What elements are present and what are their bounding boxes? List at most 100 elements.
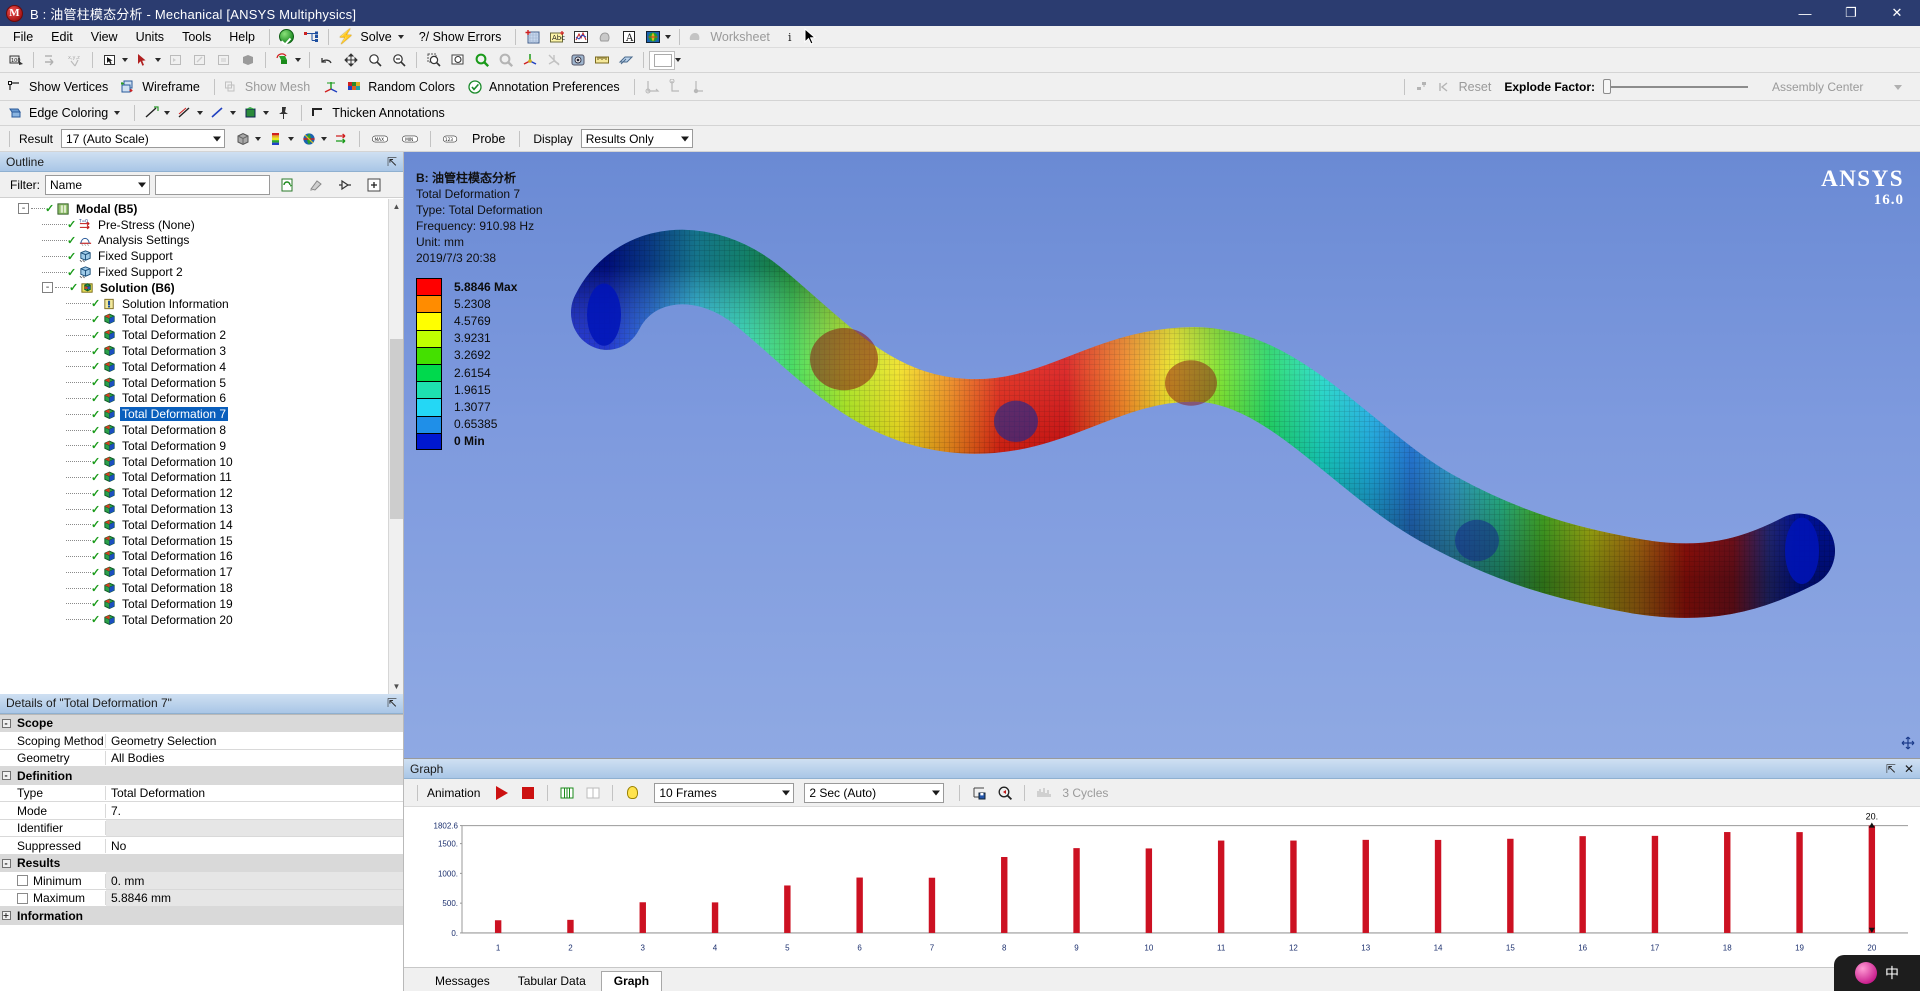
tree-item-total-deformation-13[interactable]: ✓ Total Deformation 13 bbox=[0, 501, 403, 517]
edge-coloring-button[interactable]: Thicken Annotations Edge Coloring bbox=[4, 103, 129, 124]
tree-item-total-deformation-5[interactable]: ✓ Total Deformation 5 bbox=[0, 375, 403, 391]
details-field-value[interactable]: Total Deformation bbox=[106, 784, 403, 802]
selection-box-icon[interactable] bbox=[99, 50, 121, 71]
outline-tree[interactable]: - ✓ Modal (B5) ✓ T=0 Pre-Stress (None) ✓ Analys… bbox=[0, 198, 403, 694]
select-mode-icon[interactable]: 100 bbox=[5, 50, 27, 71]
tree-item-total-deformation-20[interactable]: ✓ Total Deformation 20 bbox=[0, 612, 403, 628]
tree-item-total-deformation-3[interactable]: ✓ Total Deformation 3 bbox=[0, 343, 403, 359]
random-colors-button[interactable]: Random Colors bbox=[343, 76, 464, 97]
category-expander[interactable]: + bbox=[0, 911, 12, 921]
pan-icon[interactable] bbox=[340, 50, 362, 71]
tree-item-total-deformation-16[interactable]: ✓ Total Deformation 16 bbox=[0, 549, 403, 565]
zoom-icon[interactable] bbox=[364, 50, 386, 71]
thicken-annotations-button[interactable]: Thicken Annotations bbox=[307, 103, 454, 124]
tree-item-total-deformation-7[interactable]: ✓ Total Deformation 7 bbox=[0, 406, 403, 422]
chevron-down-icon[interactable] bbox=[288, 136, 295, 141]
probe-value-icon[interactable]: 123 bbox=[437, 128, 465, 149]
tree-item-solution-information[interactable]: ✓ Solution Information bbox=[0, 296, 403, 312]
outline-search-input[interactable] bbox=[155, 174, 270, 195]
details-category-row[interactable]: - Definition bbox=[0, 767, 403, 785]
section-plane-icon[interactable] bbox=[615, 50, 637, 71]
menu-edit[interactable]: Edit bbox=[42, 28, 82, 46]
outline-scrollbar[interactable]: ▲ ▼ bbox=[388, 199, 403, 694]
scroll-thumb[interactable] bbox=[390, 339, 403, 519]
category-expander[interactable]: - bbox=[0, 718, 12, 728]
duration-select[interactable]: 2 Sec (Auto) bbox=[804, 782, 945, 803]
details-checkbox[interactable] bbox=[17, 875, 28, 887]
zoom-to-fit2-icon[interactable] bbox=[447, 50, 469, 71]
info-icon[interactable]: i bbox=[780, 26, 802, 47]
rotate-icon[interactable] bbox=[272, 50, 294, 71]
axis-triad-icon[interactable] bbox=[519, 50, 541, 71]
display-mode-select[interactable]: Results Only bbox=[580, 129, 693, 148]
menu-tools[interactable]: Tools bbox=[173, 28, 220, 46]
chevron-down-icon[interactable] bbox=[932, 790, 941, 795]
tree-item-total-deformation-19[interactable]: ✓ Total Deformation 19 bbox=[0, 596, 403, 612]
scroll-down-arrow[interactable]: ▼ bbox=[389, 678, 403, 694]
edge-style1-icon[interactable] bbox=[141, 103, 163, 124]
category-expander[interactable]: - bbox=[0, 858, 12, 868]
tree-item-total-deformation-6[interactable]: ✓ Total Deformation 6 bbox=[0, 391, 403, 407]
graphics-viewport[interactable]: B: 油管柱模态分析 Total Deformation 7 Type: Tot… bbox=[404, 152, 1920, 758]
chevron-down-icon[interactable] bbox=[321, 136, 328, 141]
chevron-down-icon[interactable] bbox=[197, 111, 204, 115]
tree-item-modal-b5[interactable]: - ✓ Modal (B5) bbox=[0, 201, 403, 217]
zoom-graph-icon[interactable] bbox=[994, 782, 1016, 803]
tab-tabular-data[interactable]: Tabular Data bbox=[505, 971, 599, 991]
menu-file[interactable]: File bbox=[4, 28, 42, 46]
chevron-down-icon[interactable] bbox=[263, 111, 270, 115]
show-errors-button[interactable]: ?/ Show Errors bbox=[413, 26, 511, 47]
chevron-down-icon[interactable] bbox=[397, 34, 404, 39]
chevron-down-icon[interactable] bbox=[155, 58, 161, 62]
new-figure-icon[interactable] bbox=[570, 26, 592, 47]
tree-item-total-deformation-4[interactable]: ✓ Total Deformation 4 bbox=[0, 359, 403, 375]
pin-annotations-icon[interactable] bbox=[273, 103, 295, 124]
refresh-filter-icon[interactable] bbox=[276, 174, 298, 195]
undo-view-icon[interactable] bbox=[316, 50, 338, 71]
details-category-row[interactable]: - Results bbox=[0, 854, 403, 873]
chevron-down-icon[interactable] bbox=[122, 58, 128, 62]
chevron-down-icon[interactable] bbox=[255, 136, 262, 141]
tree-item-pre-stress-none[interactable]: ✓ T=0 Pre-Stress (None) bbox=[0, 217, 403, 233]
modal-frequency-chart[interactable]: 1802.6 1500. 1000. 500. 0. 1 2 3 4 5 6 7 8 9 10 11 12 13 1… bbox=[404, 807, 1920, 967]
zoom-to-fit-icon[interactable] bbox=[40, 50, 62, 71]
image-to-file-icon[interactable] bbox=[642, 26, 664, 47]
tree-item-total-deformation-2[interactable]: ✓ Total Deformation 2 bbox=[0, 327, 403, 343]
tree-item-total-deformation-8[interactable]: ✓ Total Deformation 8 bbox=[0, 422, 403, 438]
chevron-down-icon[interactable] bbox=[675, 58, 681, 62]
check-status-icon[interactable] bbox=[276, 26, 298, 47]
chevron-down-icon[interactable] bbox=[138, 182, 146, 187]
menu-help[interactable]: Help bbox=[220, 28, 264, 46]
scroll-up-arrow[interactable]: ▲ bbox=[389, 199, 403, 214]
chevron-down-icon[interactable] bbox=[1894, 84, 1902, 90]
chevron-down-icon[interactable] bbox=[782, 790, 791, 795]
tree-item-total-deformation-12[interactable]: ✓ Total Deformation 12 bbox=[0, 485, 403, 501]
expand-all-icon[interactable] bbox=[363, 174, 385, 195]
tree-item-fixed-support-2[interactable]: ✓ Fixed Support 2 bbox=[0, 264, 403, 280]
tree-item-total-deformation-17[interactable]: ✓ Total Deformation 17 bbox=[0, 564, 403, 580]
chevron-down-icon[interactable] bbox=[295, 58, 301, 62]
annotation-preferences-button[interactable]: Annotation Preferences bbox=[464, 76, 629, 97]
tree-item-total-deformation-9[interactable]: ✓ Total Deformation 9 bbox=[0, 438, 403, 454]
tree-item-total-deformation-10[interactable]: ✓ Total Deformation 10 bbox=[0, 454, 403, 470]
tab-graph[interactable]: Graph bbox=[600, 971, 663, 991]
pin-icon[interactable]: ⇱ bbox=[387, 155, 397, 169]
chevron-down-icon[interactable] bbox=[213, 136, 222, 141]
edge-style4-icon[interactable] bbox=[240, 103, 262, 124]
chevron-down-icon[interactable] bbox=[114, 111, 121, 115]
filter-pin-icon[interactable] bbox=[334, 174, 356, 195]
box-zoom-icon[interactable] bbox=[423, 50, 445, 71]
annotation-icon[interactable]: A bbox=[618, 26, 640, 47]
filter-type-select[interactable]: Name bbox=[45, 174, 150, 195]
tree-expander[interactable]: - bbox=[42, 282, 53, 294]
chevron-down-icon[interactable] bbox=[680, 136, 689, 141]
wireframe-button[interactable]: Wireframe bbox=[117, 76, 209, 97]
play-button[interactable] bbox=[491, 782, 513, 803]
vector-display-icon[interactable] bbox=[331, 128, 353, 149]
show-min-icon[interactable]: MIN bbox=[396, 128, 424, 149]
edge-style3-icon[interactable] bbox=[207, 103, 229, 124]
tree-item-analysis-settings[interactable]: ✓ Analysis Settings bbox=[0, 233, 403, 249]
tree-item-total-deformation-11[interactable]: ✓ Total Deformation 11 bbox=[0, 470, 403, 486]
magnify-green-icon[interactable] bbox=[471, 50, 493, 71]
clear-filter-icon[interactable] bbox=[305, 174, 327, 195]
